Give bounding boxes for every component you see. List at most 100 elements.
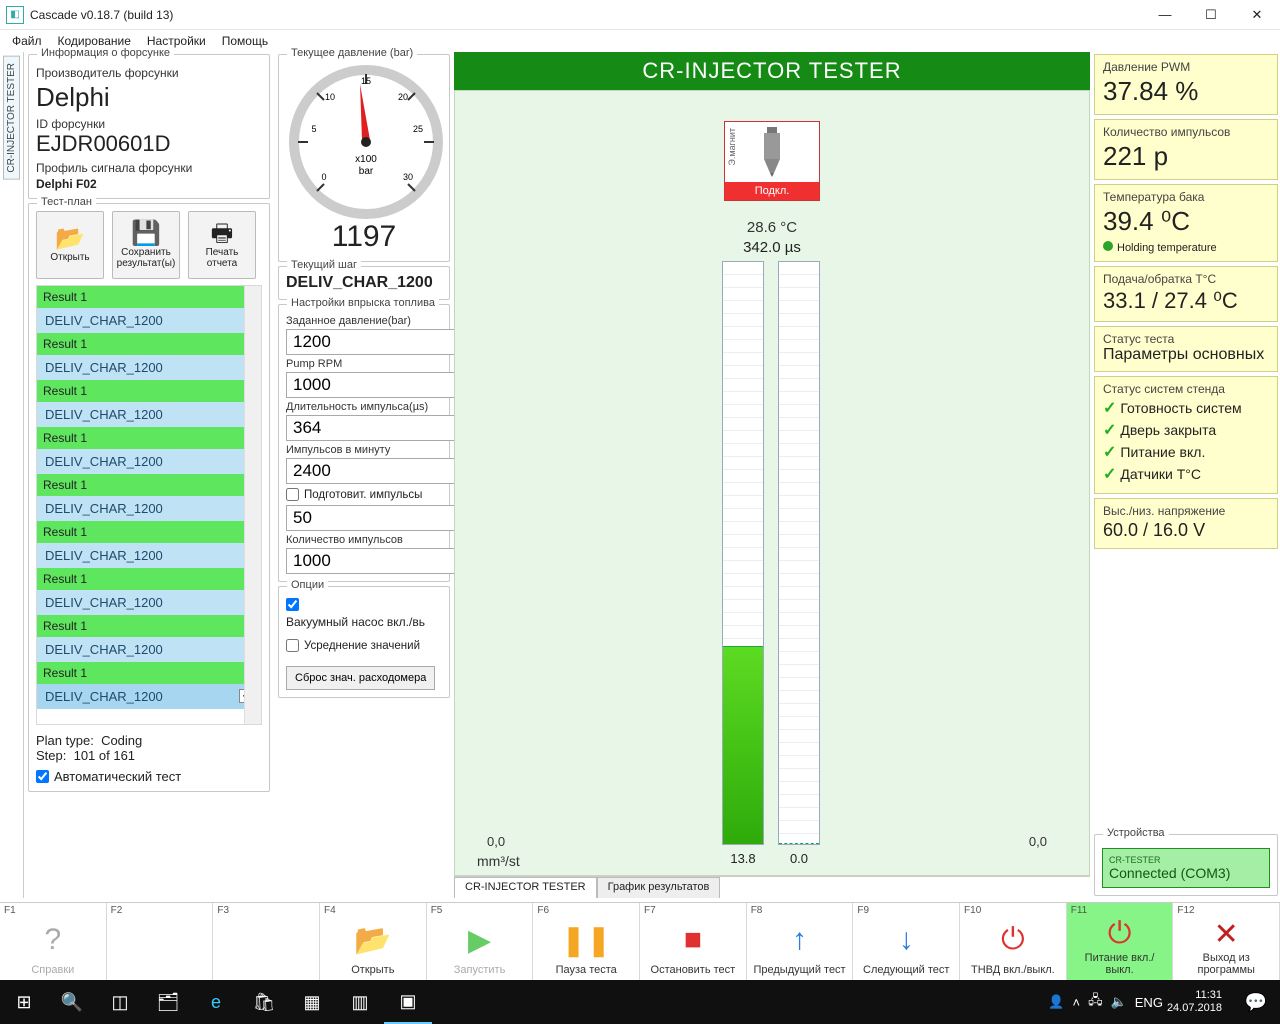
result-header[interactable]: Result 1: [37, 474, 261, 496]
result-header[interactable]: Result 1: [37, 615, 261, 637]
close-button[interactable]: ✕: [1234, 0, 1280, 30]
svg-text:10: 10: [325, 92, 335, 102]
maximize-button[interactable]: ☐: [1188, 0, 1234, 30]
clock[interactable]: 11:3124.07.2018: [1167, 989, 1232, 1015]
save-results-button[interactable]: 💾Сохранить результат(ы): [112, 211, 180, 279]
label: ТНВД вкл./выкл.: [964, 964, 1062, 976]
app-icon[interactable]: ▦: [288, 980, 336, 1024]
label: Количество импульсов: [286, 534, 442, 546]
return-bar: 0.0: [778, 261, 820, 845]
minimize-button[interactable]: —: [1142, 0, 1188, 30]
f6-pause[interactable]: F6❚❚Пауза теста: [533, 903, 640, 980]
folder-icon: 📂: [55, 227, 85, 251]
label: Статус систем стенда: [1103, 382, 1269, 396]
label: Сохранить результат(ы): [115, 247, 177, 269]
result-step[interactable]: DELIV_CHAR_1200: [37, 308, 261, 333]
result-step[interactable]: DELIV_CHAR_1200: [37, 590, 261, 615]
prep-pulses-checkbox[interactable]: Подготовит. импульсы: [286, 488, 442, 501]
tab-tester[interactable]: CR-INJECTOR TESTER: [454, 877, 597, 898]
result-step[interactable]: DELIV_CHAR_1200: [37, 449, 261, 474]
label: Pump RPM: [286, 358, 442, 370]
result-header[interactable]: Result 1: [37, 568, 261, 590]
result-step[interactable]: DELIV_CHAR_1200: [37, 543, 261, 568]
svg-text:15: 15: [361, 76, 371, 86]
f8-prev[interactable]: F8↑Предыдущий тест: [747, 903, 854, 980]
label: Plan type:: [36, 733, 94, 748]
result-header[interactable]: Result 1: [37, 333, 261, 355]
f4-open[interactable]: F4📂Открыть: [320, 903, 427, 980]
network-icon[interactable]: 🖧: [1088, 991, 1103, 1013]
f10-pump[interactable]: F10⏻ТНВД вкл./выкл.: [960, 903, 1067, 980]
result-header[interactable]: Result 1: [37, 662, 261, 684]
notifications-icon[interactable]: 💬: [1232, 980, 1280, 1024]
label: Импульсов в минуту: [286, 444, 442, 456]
tray-chevron-icon[interactable]: ˄: [1072, 995, 1080, 1010]
folder-icon: 📂: [324, 916, 422, 964]
volume-icon[interactable]: 🔈: [1111, 994, 1127, 1010]
check-icon: ✓: [1103, 466, 1116, 483]
checkbox[interactable]: [36, 770, 49, 783]
pause-icon: ❚❚: [537, 916, 635, 964]
f12-exit[interactable]: F12✕Выход из программы: [1173, 903, 1280, 980]
result-step[interactable]: DELIV_CHAR_1200: [37, 355, 261, 380]
f11-power[interactable]: F11⏻Питание вкл./выкл.: [1067, 903, 1174, 980]
f9-next[interactable]: F9↓Следующий тест: [853, 903, 960, 980]
profile-value: Delphi F02: [36, 177, 262, 191]
label: Автоматический тест: [54, 769, 181, 784]
f2[interactable]: F2: [107, 903, 214, 980]
f5-start[interactable]: F5▶Запустить: [427, 903, 534, 980]
result-header[interactable]: Result 1: [37, 427, 261, 449]
injector-id-value: EJDR00601D: [36, 131, 262, 157]
f7-stop[interactable]: F7■Остановить тест: [640, 903, 747, 980]
search-icon[interactable]: 🔍: [48, 980, 96, 1024]
results-list[interactable]: Result 1 DELIV_CHAR_1200 Result 1 DELIV_…: [36, 285, 262, 725]
scrollbar[interactable]: [244, 286, 261, 724]
reset-flow-button[interactable]: Сброс знач. расходомера: [286, 666, 435, 690]
checkbox[interactable]: [286, 639, 299, 652]
value: 221 p: [1103, 141, 1269, 172]
result-header[interactable]: Result 1: [37, 380, 261, 402]
pressure-gauge-group: Текущее давление (bar) 15 10 20 5 25 0 3…: [278, 54, 450, 262]
edge-icon[interactable]: e: [192, 980, 240, 1024]
checkbox[interactable]: [286, 598, 299, 611]
axis-label: 0,0: [487, 834, 505, 849]
store-icon[interactable]: 🛍: [240, 980, 288, 1024]
result-step[interactable]: DELIV_CHAR_1200: [37, 637, 261, 662]
label: Подача/обратка T°C: [1103, 272, 1269, 286]
status-text: Holding temperature: [1117, 242, 1217, 254]
side-tab[interactable]: CR-INJECTOR TESTER: [3, 56, 20, 180]
status-item: ✓Питание вкл.: [1103, 442, 1269, 462]
test-status-panel: Статус тестаПараметры основных: [1094, 326, 1278, 372]
averaging-checkbox[interactable]: Усреднение значений: [286, 639, 442, 652]
label: Открыть: [50, 252, 89, 263]
task-view-icon[interactable]: ◫: [96, 980, 144, 1024]
checkbox[interactable]: [286, 488, 299, 501]
print-report-button[interactable]: 🖶Печать отчета: [188, 211, 256, 279]
injector-info-legend: Информация о форсунке: [37, 47, 174, 59]
label: Следующий тест: [857, 964, 955, 976]
auto-test-checkbox[interactable]: Автоматический тест: [36, 769, 262, 784]
app-icon[interactable]: ▥: [336, 980, 384, 1024]
result-step[interactable]: DELIV_CHAR_1200: [37, 496, 261, 521]
tab-chart[interactable]: График результатов: [597, 877, 721, 898]
label: Пауза теста: [537, 964, 635, 976]
label: ID форсунки: [36, 117, 262, 131]
people-icon[interactable]: 👤: [1048, 994, 1064, 1010]
open-button[interactable]: 📂Открыть: [36, 211, 104, 279]
result-group: Result 1 DELIV_CHAR_1200: [37, 333, 261, 380]
language-indicator[interactable]: ENG: [1135, 995, 1163, 1010]
start-button[interactable]: ⊞: [0, 980, 48, 1024]
result-header[interactable]: Result 1: [37, 286, 261, 308]
result-step[interactable]: DELIV_CHAR_1200+: [37, 684, 261, 709]
side-tab-strip: CR-INJECTOR TESTER: [0, 52, 24, 898]
result-header[interactable]: Result 1: [37, 521, 261, 543]
result-step[interactable]: DELIV_CHAR_1200: [37, 402, 261, 427]
menu-help[interactable]: Помощь: [216, 32, 274, 50]
f1-help[interactable]: F1?Справки: [0, 903, 107, 980]
value: 39.4 ⁰C: [1103, 206, 1269, 237]
explorer-icon[interactable]: 🗂: [144, 980, 192, 1024]
label: Запустить: [431, 964, 529, 976]
vacuum-checkbox[interactable]: [286, 598, 442, 611]
running-app-icon[interactable]: ▣: [384, 980, 432, 1024]
f3[interactable]: F3: [213, 903, 320, 980]
